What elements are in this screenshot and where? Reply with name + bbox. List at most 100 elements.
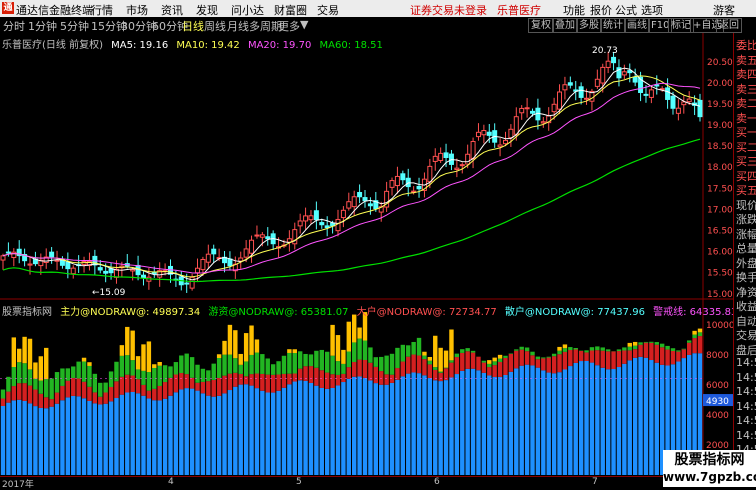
retail-bar <box>141 396 145 475</box>
stats-button[interactable]: 统计 <box>600 18 626 33</box>
big-holder-bar <box>260 374 264 391</box>
main-force-bar <box>492 358 496 362</box>
big-holder-bar <box>282 374 286 388</box>
retail-bar <box>536 368 540 475</box>
candle-up <box>649 90 653 98</box>
period-tab[interactable]: 月线 <box>227 18 249 34</box>
side-panel-item[interactable]: 14:50 <box>736 400 756 413</box>
more-arrow-icon[interactable]: ▼ <box>300 18 308 31</box>
big-holder-bar <box>406 357 410 374</box>
side-panel-item[interactable]: 14:50 <box>736 414 756 427</box>
candle-up <box>131 270 135 271</box>
multi-stock-button[interactable]: 多股 <box>576 18 602 33</box>
retail-bar <box>584 361 588 475</box>
big-holder-bar <box>617 351 621 367</box>
menu-zixun[interactable]: 资讯 <box>161 2 183 18</box>
x-label: 4 <box>168 477 174 487</box>
menu-faxian[interactable]: 发现 <box>196 2 218 18</box>
retail-bar <box>130 392 134 475</box>
hot-money-bar <box>147 372 151 391</box>
retail-bar <box>12 400 16 475</box>
big-holder-bar <box>503 358 507 375</box>
kline-chart[interactable]: 20.73←15.09 20.5020.0019.5019.0018.5018.… <box>0 33 733 476</box>
candle-up <box>55 260 59 261</box>
main-force-bar <box>557 347 561 351</box>
draw-line-button[interactable]: 画线 <box>624 18 650 33</box>
menu-gongneng[interactable]: 功能 <box>563 2 585 18</box>
candle-up <box>28 264 32 265</box>
big-holder-bar <box>687 343 691 355</box>
candle-up <box>201 259 205 269</box>
side-panel-item[interactable]: 14:50 <box>736 371 756 384</box>
menu-wenxiaoda[interactable]: 问小达 <box>231 2 264 18</box>
side-panel-item[interactable]: 14:50 <box>736 429 756 442</box>
menu-shichang[interactable]: 市场 <box>126 2 148 18</box>
menu-caifuquan[interactable]: 财富圈 <box>274 2 307 18</box>
candle-up <box>341 210 345 217</box>
big-holder-bar <box>249 374 253 386</box>
side-panel-item[interactable]: 14:50 <box>736 356 756 369</box>
fuquan-button[interactable]: 复权 <box>528 18 554 33</box>
hot-money-label: 游资@NODRAW@: 65381.07 <box>208 307 348 318</box>
period-tab[interactable]: 1分钟 <box>28 18 57 34</box>
period-tab[interactable]: 5分钟 <box>60 18 89 34</box>
hot-money-bar <box>271 364 275 375</box>
menu-xuanxiang[interactable]: 选项 <box>641 2 663 18</box>
retail-bar <box>222 393 226 475</box>
retail-bar <box>98 404 102 475</box>
back-button[interactable]: 返回 <box>716 18 742 33</box>
period-tab-active[interactable]: 日线 <box>182 18 204 34</box>
overlay-button[interactable]: 叠加 <box>552 18 578 33</box>
big-holder-bar <box>103 392 107 403</box>
side-panel-item[interactable]: 14:50 <box>736 385 756 398</box>
candle-down <box>98 268 102 270</box>
menu-hangqing[interactable]: 行情 <box>91 2 113 18</box>
menu-jiaoyi[interactable]: 交易 <box>317 2 339 18</box>
big-holder-bar <box>212 380 216 397</box>
period-tab[interactable]: 分时 <box>3 18 25 34</box>
big-holder-bar <box>541 358 545 370</box>
retail-bar <box>460 371 464 475</box>
retail-bar <box>336 385 340 475</box>
main-force-bar <box>287 349 291 353</box>
candle-down <box>671 96 675 108</box>
watermark-url: www.7gpzb.com <box>663 469 756 485</box>
hot-money-bar <box>530 352 534 356</box>
login-notice[interactable]: 证券交易未登录 <box>410 2 487 18</box>
retail-bar <box>157 400 161 475</box>
hot-money-bar <box>644 342 648 343</box>
candle-up <box>352 197 356 207</box>
retail-bar <box>611 369 615 475</box>
period-tab[interactable]: 周线 <box>204 18 226 34</box>
big-holder-bar <box>698 336 702 353</box>
candle-up <box>190 277 194 288</box>
hot-money-bar <box>60 368 64 385</box>
retail-bar <box>492 377 496 475</box>
hot-money-bar <box>1 390 5 399</box>
hot-money-bar <box>109 371 113 387</box>
menu-baojia[interactable]: 报价 <box>590 2 612 18</box>
hot-money-bar <box>660 344 664 348</box>
hot-money-bar <box>363 341 367 360</box>
hot-money-bar <box>390 354 394 375</box>
warning-line-label: 警戒线: 64335.83 <box>653 307 737 318</box>
ma10-label: MA10: 19.42 <box>176 40 239 51</box>
main-force-bar <box>336 335 340 361</box>
candle-up <box>206 254 210 262</box>
main-force-bar <box>255 339 259 352</box>
retail-bar <box>255 388 259 475</box>
hot-money-bar <box>179 355 183 373</box>
main-force-bar <box>87 362 91 366</box>
retail-bar <box>66 397 70 475</box>
big-holder-bar <box>66 381 70 398</box>
retail-bar <box>260 391 264 475</box>
main-force-bar <box>217 354 221 358</box>
watermark-title: 股票指标网 <box>663 451 756 469</box>
user-label[interactable]: 游客 <box>713 2 735 18</box>
period-tab-more[interactable]: 更多 <box>278 18 300 34</box>
hot-money-bar <box>628 347 632 351</box>
quote-side-panel[interactable]: 委比卖五卖四卖三卖二卖一买一买二买三买四买五现价涨跌涨幅总量外盘换手净资收益自动… <box>733 33 756 473</box>
retail-bar <box>633 358 637 475</box>
menu-gongshi[interactable]: 公式 <box>615 2 637 18</box>
retail-bar <box>109 401 113 475</box>
